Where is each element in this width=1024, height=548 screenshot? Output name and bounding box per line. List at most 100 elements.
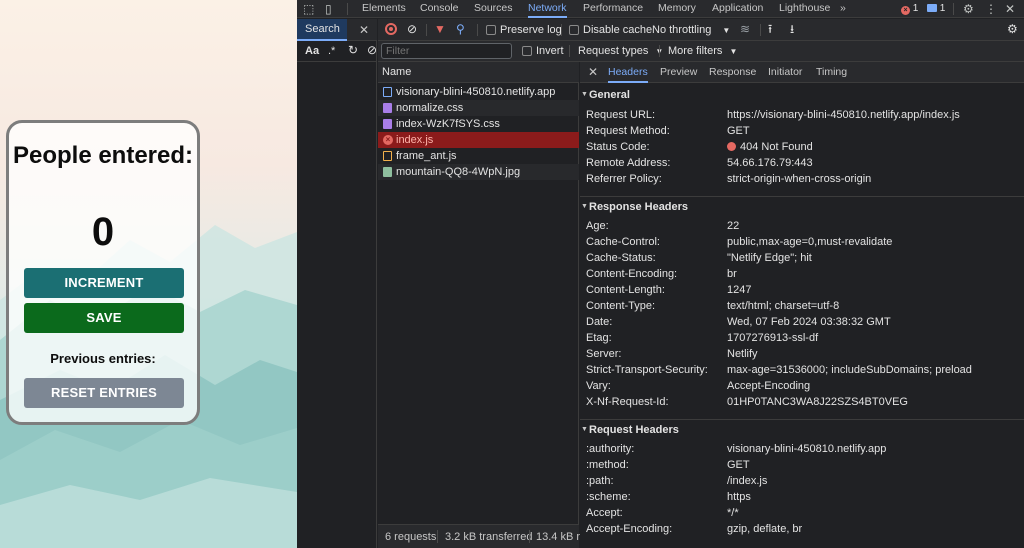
header-row: Status Code: 404 Not Found (586, 141, 813, 153)
header-row: :path:/index.js (586, 475, 768, 487)
request-row[interactable]: mountain-QQ8-4WpN.jpg (378, 164, 579, 180)
previous-entries-label: Previous entries: (50, 351, 156, 366)
tab-preview[interactable]: Preview (660, 62, 697, 83)
search-icon[interactable]: ⚲ (456, 22, 465, 36)
disable-cache-checkbox[interactable] (569, 25, 579, 35)
increment-button[interactable]: INCREMENT (24, 268, 184, 298)
tab-memory[interactable]: Memory (658, 0, 696, 18)
network-settings-gear-icon[interactable]: ⚙ (1007, 22, 1018, 36)
filter-input[interactable] (381, 43, 512, 59)
css-file-icon (383, 119, 392, 129)
search-options-row: Aa .* ↻ ⊘ (297, 41, 377, 62)
close-devtools-icon[interactable]: ✕ (1005, 2, 1015, 16)
header-row: :authority: visionary-blini-450810.netlif… (586, 443, 887, 455)
people-entered-title: People entered: (12, 142, 194, 169)
header-row: Age: 22 (586, 220, 740, 232)
reset-entries-button[interactable]: RESET ENTRIES (24, 378, 184, 408)
request-row[interactable]: normalize.css (378, 100, 579, 116)
clear-search-icon[interactable]: ⊘ (367, 43, 377, 57)
expand-triangle-icon: ▼ (581, 91, 588, 98)
search-drawer-tab-bar: Search ✕ (297, 19, 377, 41)
device-toolbar-icon[interactable]: ▯ (325, 2, 332, 16)
message-count-badge[interactable]: 1 (927, 2, 945, 16)
request-types-dropdown[interactable]: Request types ▼ (578, 44, 663, 59)
css-file-icon (383, 103, 392, 113)
tab-response[interactable]: Response (709, 62, 756, 83)
status-code-value: 404 Not Found (740, 141, 813, 153)
header-row: Content-Type: text/html; charset=utf-8 (586, 300, 840, 312)
filter-funnel-icon[interactable]: ▼ (434, 22, 446, 36)
message-icon (927, 4, 937, 12)
count-display: 0 (91, 210, 115, 254)
header-row: Content-Length: 1247 (586, 284, 752, 296)
tab-lighthouse[interactable]: Lighthouse (779, 0, 830, 18)
regex-toggle[interactable]: .* (328, 44, 335, 58)
devtools-panel: ⬚ ▯ Elements Console Sources Network Per… (297, 0, 1024, 548)
header-row: Accept-Encoding: gzip, deflate, br (586, 523, 803, 535)
details-tab-bar: ✕ Headers Preview Response Initiator Tim… (580, 62, 1024, 83)
preserve-log-checkbox[interactable] (486, 25, 496, 35)
error-count-badge[interactable]: × 1 (901, 2, 918, 16)
close-details-icon[interactable]: ✕ (588, 62, 598, 83)
close-search-icon[interactable]: ✕ (359, 23, 369, 37)
header-row: Vary: Accept-Encoding (586, 380, 811, 392)
image-file-icon (383, 167, 392, 177)
invert-label: Invert (536, 45, 564, 57)
kebab-menu-icon[interactable]: ⋮ (985, 2, 997, 16)
tab-initiator[interactable]: Initiator (768, 62, 802, 83)
export-har-icon[interactable]: ⭳ (790, 22, 794, 36)
save-button[interactable]: SAVE (24, 303, 184, 333)
general-section-header[interactable]: ▼ General (580, 85, 1024, 105)
clear-log-icon[interactable]: ⊘ (407, 22, 417, 36)
throttling-select[interactable]: No throttling ▼ (652, 23, 730, 38)
chevron-down-icon: ▼ (722, 26, 731, 35)
header-row: X-Nf-Request-Id: 01HP0TANC3WA8J22SZS4BT0V… (586, 396, 908, 408)
tab-elements[interactable]: Elements (362, 0, 406, 18)
header-row: Cache-Control: public,max-age=0,must-reva… (586, 236, 893, 248)
record-icon[interactable] (385, 23, 397, 35)
request-row[interactable]: frame_ant.js (378, 148, 579, 164)
header-row: Request Method: GET (586, 125, 750, 137)
settings-gear-icon[interactable]: ⚙ (963, 2, 974, 16)
tab-network[interactable]: Network (528, 0, 567, 18)
tab-console[interactable]: Console (420, 0, 459, 18)
match-case-toggle[interactable]: Aa (305, 44, 319, 58)
header-row: Etag: 1707276913-ssl-df (586, 332, 819, 344)
preserve-log-label: Preserve log (500, 24, 562, 36)
devtools-tab-bar: ⬚ ▯ Elements Console Sources Network Per… (297, 0, 1024, 18)
tab-timing[interactable]: Timing (816, 62, 847, 83)
response-headers-section-header[interactable]: ▼ Response Headers (580, 196, 1024, 216)
request-list: Name visionary-blini-450810.netlify.app … (378, 62, 579, 524)
name-column-header[interactable]: Name (378, 62, 579, 83)
request-headers-section-header[interactable]: ▼ Request Headers (580, 419, 1024, 439)
tab-headers[interactable]: Headers (608, 62, 648, 83)
network-status-bar: 6 requests 3.2 kB transferred 13.4 kB r (378, 524, 581, 548)
request-row-selected[interactable]: × index.js (378, 132, 579, 148)
tab-sources[interactable]: Sources (474, 0, 513, 18)
refresh-icon[interactable]: ↻ (348, 43, 358, 57)
error-icon: × (383, 135, 393, 145)
search-drawer: Search ✕ Aa .* ↻ ⊘ (297, 19, 377, 548)
header-row: Referrer Policy: strict-origin-when-cross… (586, 173, 872, 185)
header-row: Accept: */* (586, 507, 739, 519)
header-row: :method: GET (586, 459, 750, 471)
header-row: Content-Encoding: br (586, 268, 737, 280)
import-har-icon[interactable]: ⭱ (768, 22, 772, 36)
tab-application[interactable]: Application (712, 0, 763, 18)
header-row: Date: Wed, 07 Feb 2024 03:38:32 GMT (586, 316, 891, 328)
disable-cache-label: Disable cache (583, 24, 653, 36)
transferred-size: 3.2 kB transferred (445, 531, 533, 543)
resources-size: 13.4 kB r (536, 531, 581, 543)
search-tab[interactable]: Search (297, 19, 347, 41)
tab-performance[interactable]: Performance (583, 0, 643, 18)
request-row[interactable]: visionary-blini-450810.netlify.app (378, 84, 579, 100)
invert-checkbox[interactable] (522, 46, 532, 56)
network-conditions-icon[interactable]: ≋ (740, 22, 750, 36)
request-row[interactable]: index-WzK7fSYS.css (378, 116, 579, 132)
more-filters-dropdown[interactable]: More filters ▼ (668, 44, 737, 59)
inspect-element-icon[interactable]: ⬚ (303, 2, 314, 16)
more-tabs-chevron-icon[interactable]: » (840, 0, 846, 18)
error-icon: × (901, 6, 910, 15)
expand-triangle-icon: ▼ (581, 426, 588, 433)
header-row: Strict-Transport-Security: max-age=315360… (586, 364, 972, 376)
